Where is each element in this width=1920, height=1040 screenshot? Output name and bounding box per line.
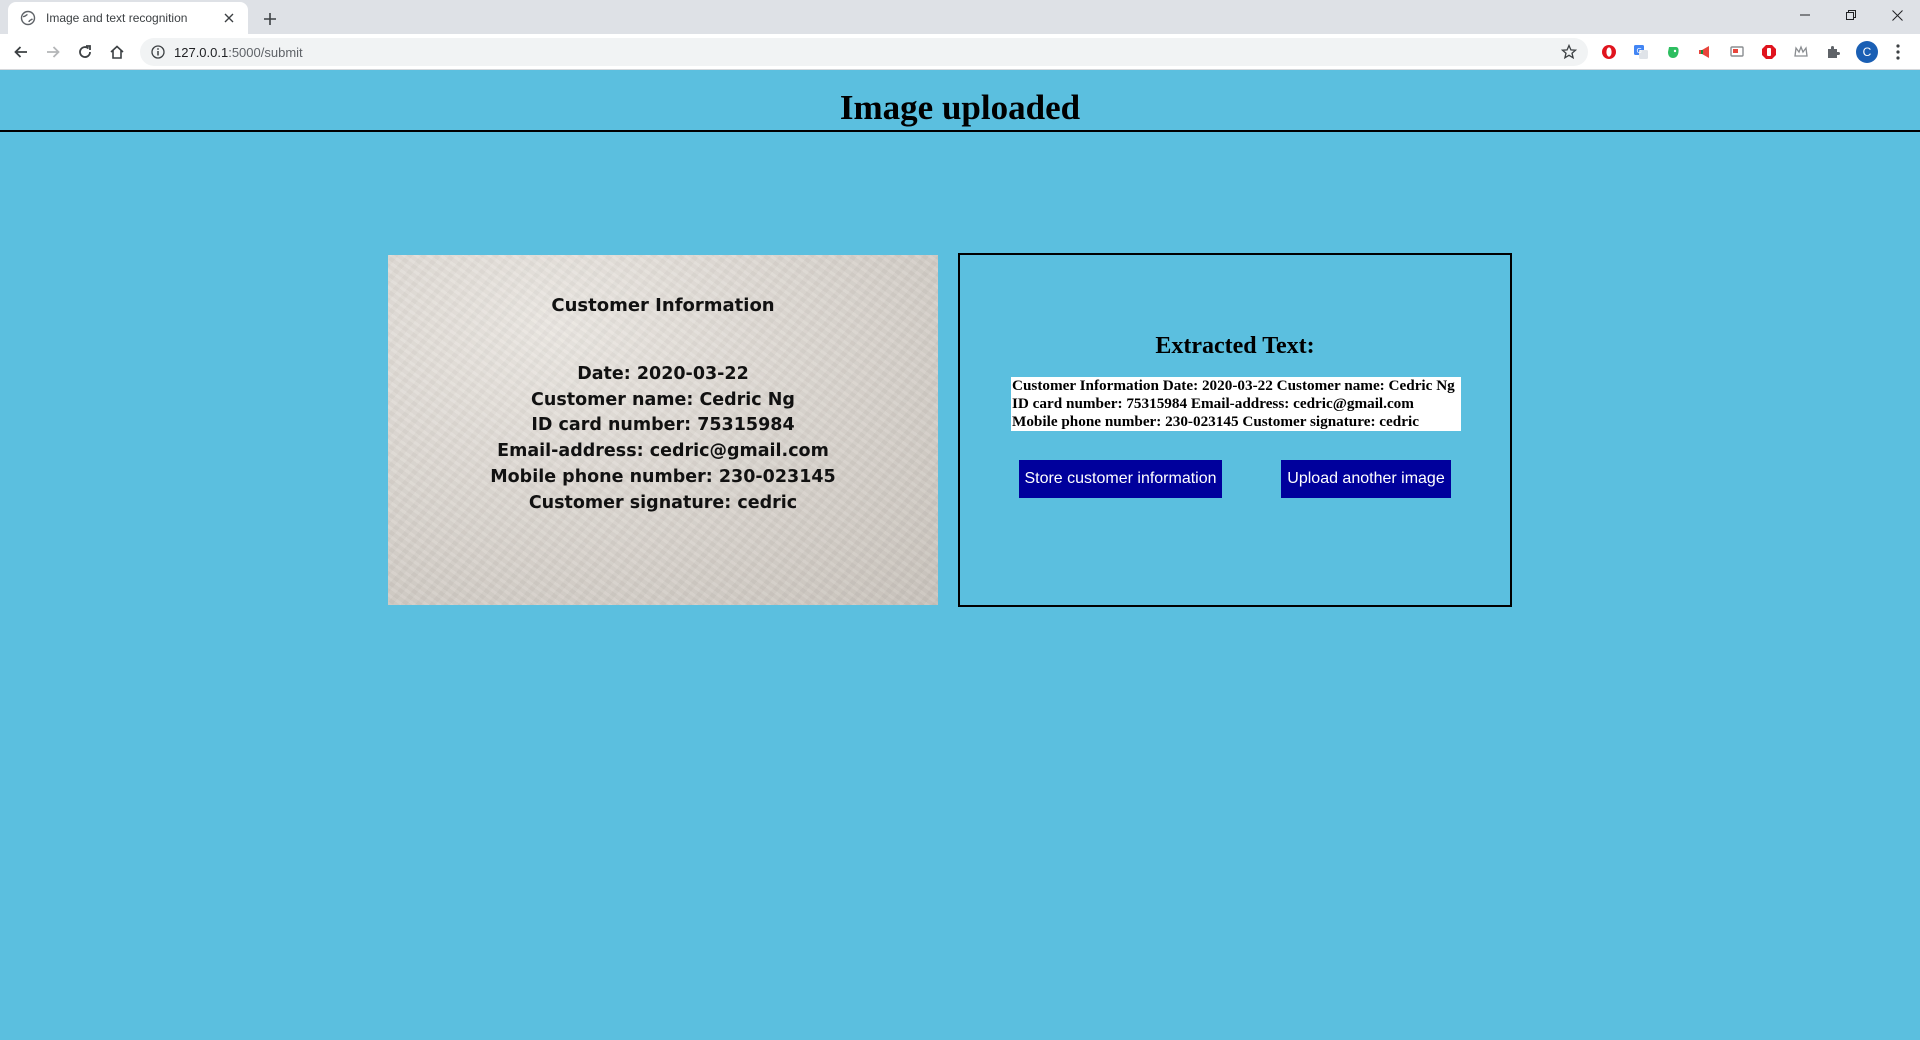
browser-tabstrip: Image and text recognition [0,0,1920,34]
card-line-phone: Mobile phone number: 230-023145 [490,466,836,487]
translate-extension-icon[interactable]: G [1632,43,1650,61]
upload-another-image-button[interactable]: Upload another image [1281,460,1451,498]
adblock-extension-icon[interactable] [1760,43,1778,61]
card-lines: Date: 2020-03-22 Customer name: Cedric N… [388,362,938,516]
forward-icon[interactable] [40,39,66,65]
page-title: Image uploaded [839,88,1081,127]
extracted-text-panel: Extracted Text: Customer Information Dat… [958,253,1512,607]
profile-avatar[interactable]: C [1856,41,1878,63]
card-line-signature: Customer signature: cedric [528,492,798,513]
bookmark-star-icon[interactable] [1560,43,1578,61]
reload-icon[interactable] [72,39,98,65]
globe-icon [20,10,36,26]
card-line-date: Date: 2020-03-22 [577,364,749,384]
store-customer-information-button[interactable]: Store customer information [1019,460,1222,498]
uploaded-customer-card-image: Customer Information Date: 2020-03-22 Cu… [388,255,938,605]
card-line-name: Customer name: Cedric Ng [531,389,795,410]
tab-title: Image and text recognition [46,11,188,25]
minimize-icon[interactable] [1782,0,1828,30]
crown-extension-icon[interactable] [1792,43,1810,61]
card-line-email: Email-address: cedric@gmail.com [497,441,829,462]
evernote-extension-icon[interactable] [1664,43,1682,61]
home-icon[interactable] [104,39,130,65]
extracted-text-heading: Extracted Text: [1155,333,1315,359]
url-path: :5000/submit [228,44,303,60]
url-host: 127.0.0.1 [174,44,229,60]
card-heading: Customer Information [551,295,775,316]
svg-text:G: G [1637,47,1642,55]
address-bar[interactable]: 127.0.0.1:5000/submit [140,38,1588,66]
site-info-icon[interactable] [150,44,166,60]
new-tab-icon[interactable] [258,7,282,31]
close-window-icon[interactable] [1874,0,1920,30]
url-text: 127.0.0.1:5000/submit [174,45,303,60]
extracted-text-output: Customer Information Date: 2020-03-22 Cu… [1011,377,1461,431]
screen-extension-icon[interactable] [1728,43,1746,61]
back-icon[interactable] [8,39,34,65]
close-tab-icon[interactable] [220,9,238,27]
restore-icon[interactable] [1828,0,1874,30]
megaphone-extension-icon[interactable] [1696,43,1714,61]
puzzle-extensions-icon[interactable] [1824,43,1842,61]
browser-toolbar: 127.0.0.1:5000/submit G C [0,34,1920,70]
browser-tab[interactable]: Image and text recognition [8,2,248,34]
title-divider [0,130,1920,132]
menu-dots-icon[interactable] [1888,41,1908,63]
opera-extension-icon[interactable] [1600,43,1618,61]
card-line-id: ID card number: 75315984 [531,415,795,436]
